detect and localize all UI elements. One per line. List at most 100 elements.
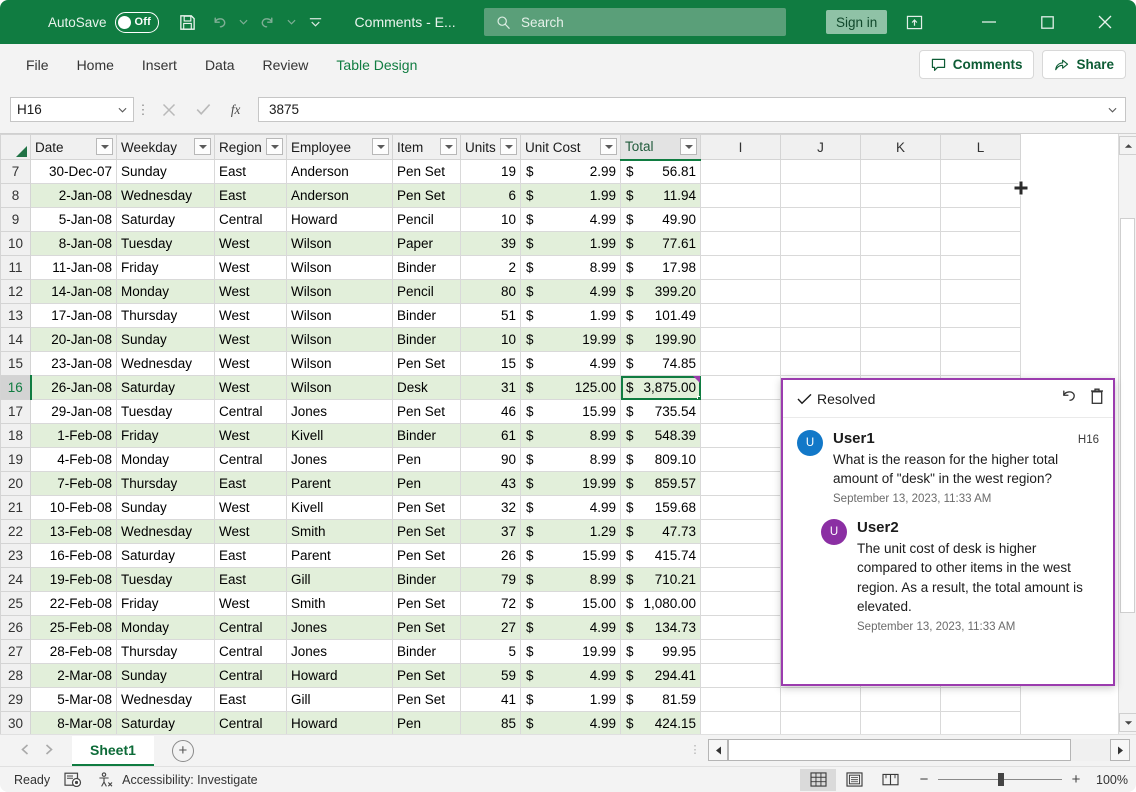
cell-region[interactable]: Central: [214, 207, 287, 232]
cell-weekday[interactable]: Wednesday: [116, 183, 215, 208]
row-header-13[interactable]: 13: [0, 303, 31, 328]
empty-cell-l14[interactable]: [940, 327, 1021, 352]
empty-cell-i20[interactable]: [700, 471, 781, 496]
cell-date[interactable]: 26-Jan-08: [30, 375, 117, 400]
cell-region[interactable]: West: [214, 375, 287, 400]
empty-cell-i24[interactable]: [700, 567, 781, 592]
empty-cell-i13[interactable]: [700, 303, 781, 328]
empty-cell-i23[interactable]: [700, 543, 781, 568]
cell-weekday[interactable]: Tuesday: [116, 231, 215, 256]
customize-quick-access-toolbar-icon[interactable]: [301, 7, 331, 37]
cell-employee[interactable]: Howard: [286, 711, 393, 734]
cell-units[interactable]: 90: [460, 447, 521, 472]
cell-total[interactable]: $101.49: [620, 303, 701, 328]
filter-dropdown-icon[interactable]: [500, 138, 517, 155]
cell-region[interactable]: Central: [214, 615, 287, 640]
cell-employee[interactable]: Jones: [286, 447, 393, 472]
comments-button[interactable]: Comments: [918, 50, 1035, 79]
cell-region[interactable]: Central: [214, 639, 287, 664]
cell-region[interactable]: Central: [214, 447, 287, 472]
table-row[interactable]: 12 14-Jan-08 Monday West Wilson Pencil 80 $4.99…: [0, 279, 1021, 304]
previous-sheet-icon[interactable]: [20, 742, 30, 760]
cell-unit-cost[interactable]: $8.99: [520, 423, 621, 448]
empty-cell-i12[interactable]: [700, 279, 781, 304]
empty-cell-j15[interactable]: [780, 351, 861, 376]
cell-unit-cost[interactable]: $8.99: [520, 447, 621, 472]
empty-cell-k13[interactable]: [860, 303, 941, 328]
formula-input[interactable]: 3875: [258, 97, 1100, 122]
autosave-toggle[interactable]: Off: [114, 11, 159, 33]
table-header-item[interactable]: Item: [392, 134, 461, 160]
cell-date[interactable]: 8-Mar-08: [30, 711, 117, 734]
cell-weekday[interactable]: Tuesday: [116, 567, 215, 592]
redo-icon[interactable]: [253, 7, 283, 37]
cell-region[interactable]: West: [214, 351, 287, 376]
delete-thread-icon[interactable]: [1089, 387, 1105, 410]
cell-item[interactable]: Pen: [392, 471, 461, 496]
cell-date[interactable]: 30-Dec-07: [30, 159, 117, 184]
empty-cell-i21[interactable]: [700, 495, 781, 520]
minimize-icon[interactable]: [966, 8, 1012, 36]
row-header-30[interactable]: 30: [0, 711, 31, 734]
cell-item[interactable]: Binder: [392, 639, 461, 664]
scroll-down-icon[interactable]: [1119, 713, 1136, 732]
cell-unit-cost[interactable]: $4.99: [520, 711, 621, 734]
column-header-k[interactable]: K: [860, 134, 941, 160]
cell-item[interactable]: Binder: [392, 303, 461, 328]
zoom-slider-thumb[interactable]: [998, 773, 1004, 786]
empty-cell-i14[interactable]: [700, 327, 781, 352]
empty-cell-i16[interactable]: [700, 375, 781, 400]
empty-cell-i15[interactable]: [700, 351, 781, 376]
table-row[interactable]: 11 11-Jan-08 Friday West Wilson Binder 2 $8.99 $…: [0, 255, 1021, 280]
cell-weekday[interactable]: Monday: [116, 279, 215, 304]
table-row[interactable]: 10 8-Jan-08 Tuesday West Wilson Paper 39 $1.99 $…: [0, 231, 1021, 256]
cell-total[interactable]: $47.73: [620, 519, 701, 544]
cell-units[interactable]: 37: [460, 519, 521, 544]
cell-date[interactable]: 5-Jan-08: [30, 207, 117, 232]
filter-dropdown-icon[interactable]: [600, 138, 617, 155]
horizontal-scroll-thumb[interactable]: [728, 739, 1071, 761]
cell-item[interactable]: Pen Set: [392, 519, 461, 544]
split-handle[interactable]: ⋮: [688, 744, 702, 755]
horizontal-scroll-track[interactable]: [728, 739, 1110, 761]
cell-region[interactable]: East: [214, 567, 287, 592]
cell-weekday[interactable]: Wednesday: [116, 687, 215, 712]
cell-weekday[interactable]: Friday: [116, 255, 215, 280]
close-icon[interactable]: [1082, 8, 1128, 36]
cell-units[interactable]: 19: [460, 159, 521, 184]
cell-date[interactable]: 13-Feb-08: [30, 519, 117, 544]
cell-units[interactable]: 15: [460, 351, 521, 376]
row-header-21[interactable]: 21: [0, 495, 31, 520]
table-row[interactable]: 29 5-Mar-08 Wednesday East Gill Pen Set 41 $1.9…: [0, 687, 1021, 712]
empty-cell-k10[interactable]: [860, 231, 941, 256]
cell-employee[interactable]: Howard: [286, 663, 393, 688]
zoom-level[interactable]: 100%: [1088, 773, 1128, 787]
table-row[interactable]: 30 8-Mar-08 Saturday Central Howard Pen 85 $4.9…: [0, 711, 1021, 734]
row-header-12[interactable]: 12: [0, 279, 31, 304]
row-header-10[interactable]: 10: [0, 231, 31, 256]
cell-date[interactable]: 22-Feb-08: [30, 591, 117, 616]
filter-dropdown-icon[interactable]: [372, 138, 389, 155]
comment-thread-card[interactable]: Resolved U User1 H16 What is the reason for…: [781, 378, 1115, 686]
empty-cell-k11[interactable]: [860, 255, 941, 280]
empty-cell-i11[interactable]: [700, 255, 781, 280]
table-header-units[interactable]: Units: [460, 134, 521, 160]
tab-data[interactable]: Data: [191, 44, 249, 86]
vertical-scroll-thumb[interactable]: [1120, 218, 1135, 613]
row-header-9[interactable]: 9: [0, 207, 31, 232]
cell-item[interactable]: Pencil: [392, 207, 461, 232]
row-header-16[interactable]: 16: [0, 375, 32, 400]
tab-home[interactable]: Home: [63, 44, 128, 86]
cell-employee[interactable]: Wilson: [286, 279, 393, 304]
cell-total[interactable]: $1,080.00: [620, 591, 701, 616]
cell-total[interactable]: $11.94: [620, 183, 701, 208]
column-header-i[interactable]: I: [700, 134, 781, 160]
cell-weekday[interactable]: Saturday: [116, 375, 215, 400]
cell-region[interactable]: West: [214, 303, 287, 328]
undo-dropdown-icon[interactable]: [237, 7, 251, 37]
cell-region[interactable]: Central: [214, 711, 287, 734]
undo-icon[interactable]: [205, 7, 235, 37]
ribbon-display-options-icon[interactable]: [897, 8, 931, 36]
empty-cell-l9[interactable]: [940, 207, 1021, 232]
cell-region[interactable]: Central: [214, 399, 287, 424]
